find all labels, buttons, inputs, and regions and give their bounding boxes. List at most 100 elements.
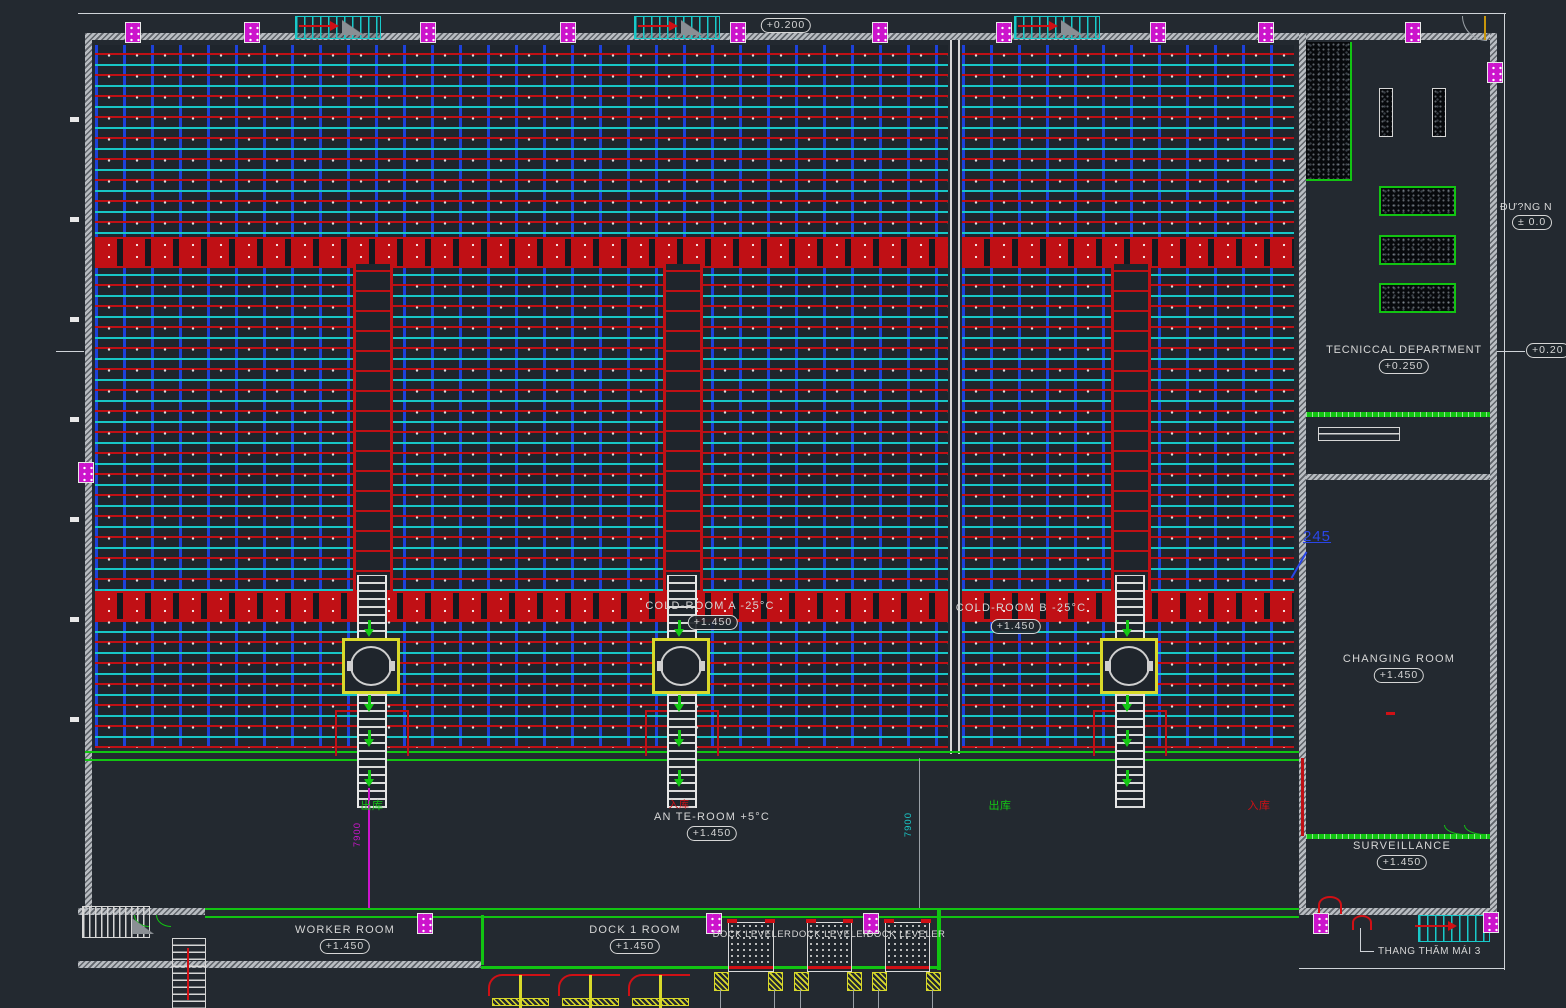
column-marker [1313, 913, 1329, 934]
turntable-ring [1108, 646, 1150, 686]
dock-bumper-post [872, 972, 887, 991]
level-tag-changing: +1.450 [1374, 668, 1424, 683]
dock-post-line [800, 989, 801, 1008]
leveler-lip [729, 966, 773, 969]
tech-equipment-green-1 [1379, 186, 1456, 216]
dock-ramp [562, 998, 619, 1006]
tech-equipment-green-3 [1379, 283, 1456, 313]
level-tag-dock1: +1.450 [610, 939, 660, 954]
stair-arrow-3 [1018, 25, 1050, 27]
door-arc-worker-2 [156, 915, 171, 927]
flow-arrow-down [1122, 695, 1133, 712]
bumper [843, 919, 853, 923]
stair-worker-arrow [187, 948, 189, 1000]
level-tag-cold-a: +1.450 [688, 615, 738, 630]
dock-ramp [632, 998, 689, 1006]
dock-bumper-post [714, 972, 729, 991]
flow-label-outbound-2: 出库 [989, 797, 1012, 813]
column-marker [1483, 912, 1499, 933]
outer-line-right [1504, 13, 1505, 970]
bumper [921, 919, 931, 923]
column-marker [1150, 22, 1166, 43]
dock-post-line [774, 989, 775, 1008]
flow-label-inbound-small: 入库 [669, 796, 690, 811]
rack-red-band-lower-a [95, 591, 948, 621]
column-marker [244, 22, 260, 43]
outer-line-bottom-right [1299, 968, 1505, 969]
wall-worker-dock-separator [481, 915, 484, 965]
door-leaf-wing-top [1484, 16, 1486, 40]
column-marker [1405, 22, 1421, 43]
turntable-ring [660, 646, 702, 686]
turntable-3 [1100, 638, 1158, 694]
wall-changing-red-edge [1301, 758, 1304, 836]
column-marker [560, 22, 576, 43]
flow-arrow-down [364, 695, 375, 712]
wall-dock-right-green [937, 910, 941, 970]
leader-right-level [1497, 351, 1525, 352]
level-tag-cold-b: +1.450 [991, 619, 1041, 634]
aisle-1 [353, 264, 393, 592]
dock-bumper-post [768, 972, 783, 991]
turntable-1 [342, 638, 400, 694]
turntable-ring [350, 646, 392, 686]
leader-roof-ladder-h [1360, 951, 1374, 952]
room-label-worker: WORKER ROOM [295, 924, 395, 936]
label-dock-leveler-3: DOCK LEVELER [867, 929, 946, 940]
bumper [765, 919, 775, 923]
level-tag-road: ± 0.0 [1512, 215, 1552, 230]
floor-plan-canvas: +0.200 COLD-ROOM A -25°C +1.450 COLD-ROO… [0, 0, 1566, 1008]
level-tag-right-mid: +0.20 [1526, 343, 1566, 358]
tech-equipment-green-2 [1379, 235, 1456, 265]
flow-arrow-down [674, 730, 685, 747]
flow-arrow-down [674, 620, 685, 637]
door-leaf-1 [342, 20, 364, 35]
wall-worker-bottom [78, 961, 481, 968]
bumper [727, 919, 737, 923]
stair-arrow-2 [638, 25, 670, 27]
column-marker [1487, 62, 1503, 83]
flow-arrow-down [364, 620, 375, 637]
red-tick-changing [1386, 712, 1395, 715]
room-label-changing: CHANGING ROOM [1343, 653, 1455, 665]
leveler-lip [886, 966, 929, 969]
aisle-3 [1111, 264, 1151, 592]
road-label: ĐƯ?NG N [1500, 201, 1552, 213]
room-label-dock1: DOCK 1 ROOM [589, 924, 680, 936]
dock-bumper-post [847, 972, 862, 991]
column-marker [996, 22, 1012, 43]
level-tag-worker: +1.450 [320, 939, 370, 954]
turntable-bar [699, 661, 705, 671]
dock-post-line [878, 989, 879, 1008]
outer-line-top [78, 13, 1506, 14]
dock-bumper-post [794, 972, 809, 991]
window-wing [1318, 427, 1400, 441]
column-marker [1258, 22, 1274, 43]
flow-label-outbound-1: 出库 [361, 797, 384, 813]
dim-text-7900-mid: 7900 [903, 812, 914, 837]
flow-arrow-down [674, 770, 685, 787]
stair-roof-arrow [1415, 925, 1449, 927]
label-roof-ladder: THANG THĂM MÁI 3 [1378, 946, 1481, 957]
room-label-ante: AN TE-ROOM +5°C [654, 811, 770, 823]
dock-ramp [492, 998, 549, 1006]
flow-label-inbound-2: 入库 [1248, 797, 1271, 813]
turntable-bar [657, 661, 663, 671]
label-dock-leveler-1: DOCK LEVELER [713, 929, 792, 940]
door-leaf-2 [681, 20, 703, 35]
wall-dock-bottom-green [481, 966, 941, 969]
room-label-cold-b: COLD-ROOM B -25°C [956, 602, 1087, 614]
stair-arrow-1 [299, 25, 331, 27]
rack-red-band-upper-a [95, 237, 948, 268]
column-marker [125, 22, 141, 43]
aisle-2 [663, 264, 703, 592]
dock-post-line [720, 989, 721, 1008]
wall-wing-gray-1 [1306, 474, 1490, 480]
turntable-bar [1105, 661, 1111, 671]
bumper [806, 919, 816, 923]
dim-line-7900-mid [919, 758, 920, 908]
column-marker [872, 22, 888, 43]
flow-arrow-down [1122, 770, 1133, 787]
flow-arrow-down [674, 695, 685, 712]
tech-equipment-small-1 [1379, 88, 1393, 137]
